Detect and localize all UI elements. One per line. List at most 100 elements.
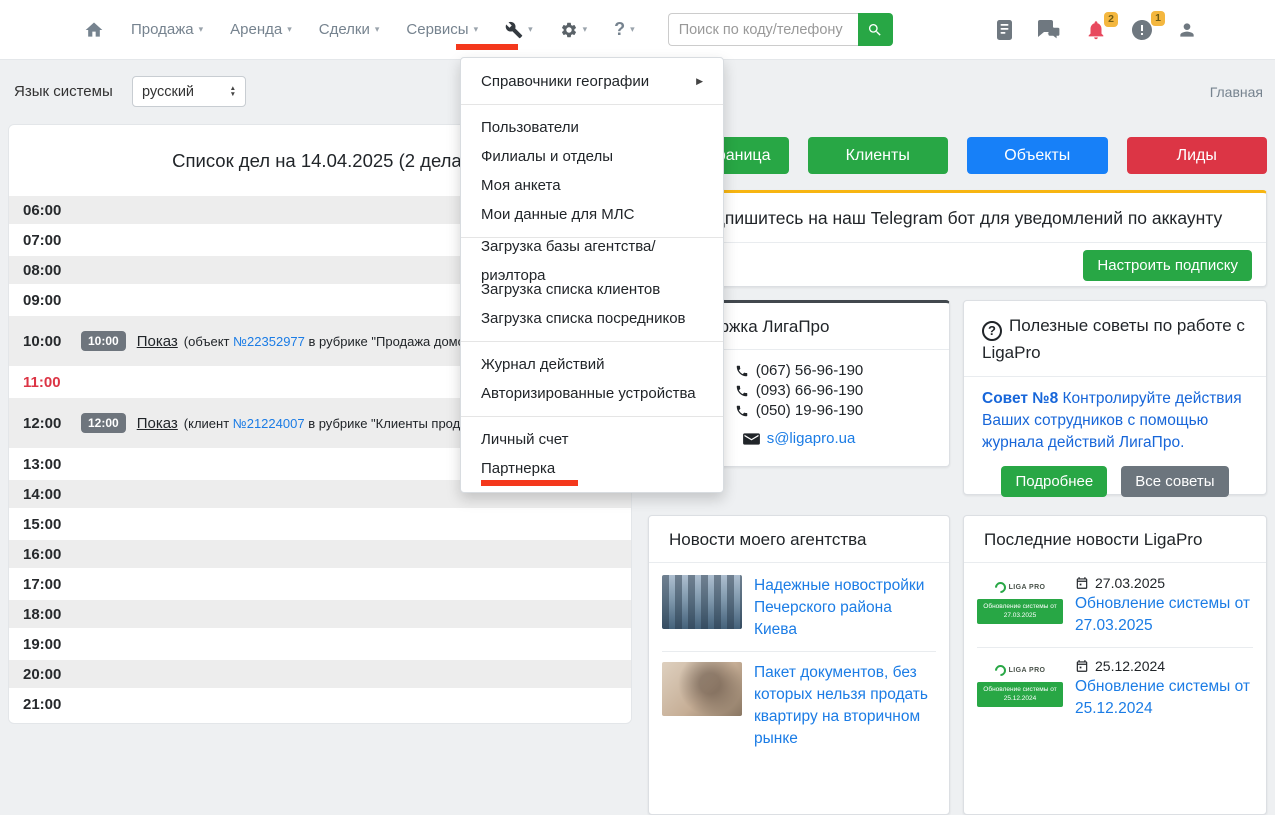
- menu-servisy[interactable]: Сервисы ▾: [406, 21, 478, 38]
- news-link[interactable]: Обновление системы от 27.03.2025: [1075, 595, 1250, 634]
- menu-item-partnerka[interactable]: Партнерка: [461, 454, 723, 486]
- address-book-button[interactable]: [996, 19, 1013, 41]
- notifications-button[interactable]: 2: [1085, 11, 1118, 41]
- submenu-arrow-icon: ▶: [696, 76, 703, 86]
- menu-item-my-profile[interactable]: Моя анкета: [461, 171, 723, 200]
- messages-button[interactable]: [1036, 19, 1062, 41]
- menu-item-label: Моя анкета: [481, 177, 561, 194]
- profile-button[interactable]: [1177, 20, 1197, 40]
- event-description: (объект №22352977 в рубрике "Продажа дом…: [184, 334, 481, 349]
- tools-dropdown-menu: Справочники географии ▶ Пользователи Фил…: [460, 57, 724, 493]
- news-item: LIGA PRO Обновление системы от 25.12.202…: [977, 658, 1253, 720]
- time-label: 20:00: [23, 665, 62, 683]
- event-link[interactable]: Показ: [137, 333, 178, 350]
- menu-item-branches[interactable]: Филиалы и отделы: [461, 142, 723, 171]
- leads-button[interactable]: Лиды: [1126, 137, 1267, 174]
- clients-button[interactable]: Клиенты: [807, 137, 948, 174]
- schedule-row: 19:00: [9, 630, 631, 660]
- news-link[interactable]: Обновление системы от 25.12.2024: [1075, 678, 1250, 717]
- support-phone-number: (093) 66-96-190: [755, 382, 864, 399]
- chevron-down-icon: ▾: [287, 24, 292, 34]
- menu-item-geo-directories[interactable]: Справочники географии ▶: [461, 67, 723, 96]
- search-button[interactable]: [857, 13, 893, 46]
- event-link[interactable]: Показ: [137, 415, 178, 432]
- ligapro-logo-icon: [992, 662, 1008, 678]
- select-arrows-icon: ▲ ▼: [230, 85, 236, 98]
- annotation-underline-tools: [456, 44, 518, 50]
- time-label: 09:00: [23, 291, 62, 309]
- search-input[interactable]: [667, 13, 858, 46]
- news-date: 27.03.2025: [1095, 575, 1166, 591]
- menu-item-authorized-devices[interactable]: Авторизированные устройства: [461, 379, 723, 408]
- menu-prodazha[interactable]: Продажа ▾: [131, 21, 203, 38]
- news-thumbnail-city[interactable]: [662, 575, 742, 629]
- time-label: 18:00: [23, 605, 62, 623]
- event-time-badge: 12:00: [81, 413, 126, 433]
- configure-subscription-button[interactable]: Настроить подписку: [1083, 250, 1252, 281]
- notifications-count-badge: 2: [1104, 11, 1118, 27]
- menu-item-users[interactable]: Пользователи: [461, 113, 723, 142]
- chevron-down-icon: ▾: [582, 24, 588, 34]
- event-text-part: (клиент: [183, 415, 233, 431]
- menu-arenda[interactable]: Аренда ▾: [230, 21, 292, 38]
- quick-buttons-row: Моя страница Клиенты Объекты Лиды: [648, 137, 1267, 174]
- home-icon: [84, 20, 104, 40]
- schedule-row: 15:00: [9, 510, 631, 540]
- news-link[interactable]: Пакет документов, без которых нельзя про…: [754, 662, 936, 750]
- divider: [662, 651, 936, 652]
- menu-settings[interactable]: ▾: [560, 21, 588, 39]
- gear-icon: [560, 21, 578, 39]
- agency-news-title: Новости моего агентства: [669, 530, 867, 549]
- news-thumbnail-logo[interactable]: LIGA PRO Обновление системы от 25.12.202…: [977, 658, 1063, 720]
- divider: [977, 647, 1253, 648]
- tips-buttons: Подробнее Все советы: [964, 466, 1266, 497]
- menu-sdelki[interactable]: Сделки ▾: [319, 21, 380, 38]
- menu-item-action-log[interactable]: Журнал действий: [461, 350, 723, 379]
- chevron-down-icon: ▾: [630, 24, 635, 34]
- menu-item-label: Загрузка списка клиентов: [481, 281, 661, 298]
- news-link[interactable]: Надежные новостройки Печерского района К…: [754, 575, 936, 641]
- menu-item-label: Личный счет: [481, 431, 569, 448]
- menu-help[interactable]: ? ▾: [614, 19, 635, 40]
- client-number-link[interactable]: №21224007: [233, 416, 305, 431]
- support-email-row: s@ligapro.ua: [742, 430, 856, 447]
- time-label: 13:00: [23, 455, 62, 473]
- tips-card: ? Полезные советы по работе с LigaPro Сов…: [963, 300, 1267, 497]
- support-email-link[interactable]: s@ligapro.ua: [767, 430, 856, 447]
- tips-title-text: Полезные советы по работе с LigaPro: [982, 316, 1245, 362]
- breadcrumb: Главная: [1209, 84, 1263, 100]
- language-select[interactable]: русский ▲ ▼: [132, 76, 246, 107]
- menu-item-upload-clients[interactable]: Загрузка списка клиентов: [461, 275, 723, 304]
- schedule-row: 18:00: [9, 600, 631, 630]
- time-label: 15:00: [23, 515, 62, 533]
- menu-label: Аренда: [230, 21, 283, 38]
- question-circle-icon: ?: [982, 321, 1002, 341]
- phone-icon: [735, 404, 749, 418]
- tip-details-button[interactable]: Подробнее: [1001, 466, 1108, 497]
- envelope-icon: [742, 432, 760, 446]
- objects-button[interactable]: Объекты: [967, 137, 1108, 174]
- ligapro-logo-icon: [992, 579, 1008, 595]
- news-thumbnail-documents[interactable]: [662, 662, 742, 716]
- support-phone: (050) 19-96-190: [735, 401, 863, 421]
- menu-item-upload-intermediaries[interactable]: Загрузка списка посредников: [461, 304, 723, 333]
- news-date-row: 27.03.2025: [1075, 575, 1253, 591]
- menu-item-label: Мои данные для МЛС: [481, 206, 635, 223]
- menu-item-upload-agency-base[interactable]: Загрузка базы агентства/риэлтора: [461, 238, 723, 284]
- menu-item-label: Справочники географии: [481, 73, 650, 90]
- home-button[interactable]: [84, 20, 104, 40]
- alerts-button[interactable]: 1: [1130, 10, 1165, 42]
- calendar-icon: [1075, 659, 1089, 673]
- object-number-link[interactable]: №22352977: [233, 334, 305, 349]
- menu-tools[interactable]: ▾: [505, 21, 533, 39]
- alerts-count-badge: 1: [1151, 10, 1165, 26]
- phone-icon: [735, 364, 749, 378]
- menu-item-personal-account[interactable]: Личный счет: [461, 425, 723, 454]
- schedule-row: 20:00: [9, 660, 631, 690]
- news-thumbnail-logo[interactable]: LIGA PRO Обновление системы от 27.03.202…: [977, 575, 1063, 637]
- chat-bubbles-icon: [1036, 19, 1062, 41]
- telegram-notice-card: Подпишитесь на наш Telegram бот для увед…: [648, 190, 1267, 287]
- menu-item-mls-data[interactable]: Мои данные для МЛС: [461, 200, 723, 229]
- all-tips-button[interactable]: Все советы: [1121, 466, 1229, 497]
- event-time-badge: 10:00: [81, 331, 126, 351]
